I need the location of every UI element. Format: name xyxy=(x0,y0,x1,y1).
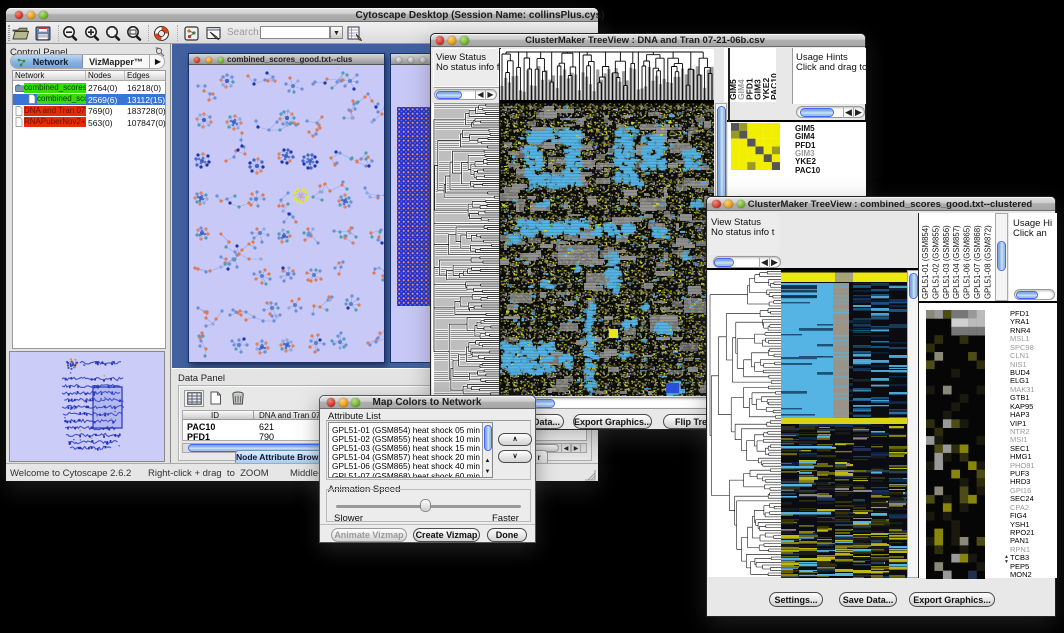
svg-text:GPL51-03 (GSM856): GPL51-03 (GSM856) xyxy=(942,225,951,299)
svg-text:GPL51-04 (GSM857): GPL51-04 (GSM857) xyxy=(952,225,961,299)
svg-text:GPL51-07 (GSM868): GPL51-07 (GSM868) xyxy=(973,225,982,299)
svg-text:GPL51-01 (GSM854): GPL51-01 (GSM854) xyxy=(921,225,930,299)
svg-text:GPL51-02 (GSM855): GPL51-02 (GSM855) xyxy=(931,225,940,299)
svg-text:GPL51-06 (GSM865): GPL51-06 (GSM865) xyxy=(963,225,972,299)
svg-text:PAC10: PAC10 xyxy=(769,73,776,100)
svg-text:GPL51-08 (GSM872): GPL51-08 (GSM872) xyxy=(983,225,992,299)
